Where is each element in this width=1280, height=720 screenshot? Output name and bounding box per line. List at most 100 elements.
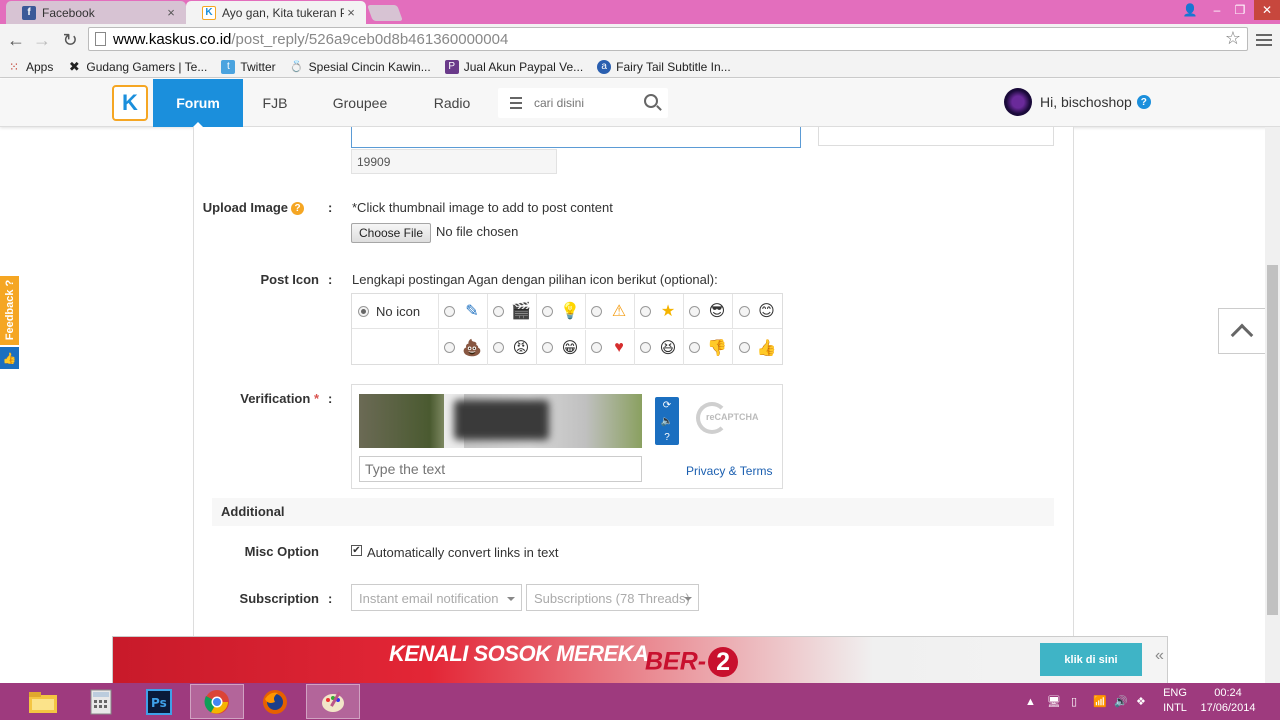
privacy-terms-link[interactable]: Privacy & Terms (686, 464, 772, 478)
minimize-window-icon[interactable]: – (1207, 0, 1227, 20)
bookmark-fairy-tail[interactable]: a Fairy Tail Subtitle In... (597, 59, 731, 74)
help-icon[interactable]: ? (664, 432, 670, 443)
help-icon[interactable]: ? (1136, 95, 1151, 109)
question-icon[interactable]: ? (291, 202, 304, 216)
close-tab-icon[interactable]: × (164, 5, 178, 20)
icon-option[interactable]: 😎 (684, 294, 733, 329)
upload-hint: *Click thumbnail image to add to post co… (352, 200, 613, 215)
network-error-icon[interactable]: 🖥 (1047, 683, 1061, 720)
radio[interactable] (444, 342, 455, 353)
kaskus-logo-icon[interactable]: K (112, 85, 148, 121)
icon-option[interactable]: 👍 (733, 330, 782, 365)
radio[interactable] (493, 342, 504, 353)
user-menu[interactable]: Hi, bischoshop ? (1004, 88, 1151, 116)
email-notification-select[interactable]: Instant email notification (351, 584, 522, 611)
radio[interactable] (542, 342, 553, 353)
bookmark-paypal[interactable]: P Jual Akun Paypal Ve... (444, 59, 583, 74)
icon-option[interactable]: 👎 (684, 330, 733, 365)
close-window-icon[interactable]: ✕ (1254, 0, 1280, 20)
file-explorer-icon[interactable] (16, 684, 70, 719)
ad-click-button[interactable]: klik di sini (1040, 643, 1142, 676)
icon-option[interactable]: 😡 (488, 330, 537, 365)
paint-icon[interactable] (306, 684, 360, 719)
menu-hamburger-icon[interactable] (498, 96, 534, 111)
chrome-icon[interactable] (190, 684, 244, 719)
icon-option[interactable]: ✎ (439, 294, 488, 329)
system-clock[interactable]: 00:24 17/06/2014 (1198, 686, 1258, 716)
page-scrollbar[interactable] (1265, 127, 1280, 683)
photoshop-icon[interactable]: Ps (132, 684, 186, 719)
collapse-ad-icon[interactable]: « (1155, 647, 1167, 665)
icon-option[interactable]: ⚠ (586, 294, 635, 329)
feedback-tab[interactable]: Feedback ? (0, 276, 19, 345)
tab-kaskus[interactable]: K Ayo gan, Kita tukeran Pin × (186, 1, 366, 24)
back-to-top-button[interactable] (1218, 308, 1266, 354)
apps-grid-icon: ⁙ (8, 59, 20, 74)
icon-option[interactable]: 😆 (635, 330, 684, 365)
bookmark-twitter[interactable]: t Twitter (221, 59, 276, 74)
scrollbar-thumb[interactable] (1267, 265, 1278, 615)
nav-fjb[interactable]: FJB (250, 79, 300, 127)
captcha-input[interactable] (359, 456, 642, 482)
captcha-image-detail (454, 400, 549, 440)
radio[interactable] (738, 305, 750, 317)
nav-radio[interactable]: Radio (420, 79, 484, 127)
user-profile-icon[interactable]: 👤 (1178, 0, 1202, 20)
new-tab-button[interactable] (367, 5, 403, 21)
volume-icon[interactable]: 🔊 (1114, 683, 1128, 720)
tab-facebook[interactable]: f Facebook × (6, 1, 186, 24)
auto-convert-links-checkbox[interactable]: ✔ (351, 545, 362, 556)
radio[interactable] (738, 342, 750, 353)
nav-groupee[interactable]: Groupee (320, 79, 400, 127)
radio[interactable] (640, 305, 651, 317)
avatar[interactable] (1004, 88, 1032, 116)
ad-banner[interactable]: KENALI SOSOK MEREKA BER- 2 klik di sini « (112, 636, 1168, 684)
radio[interactable] (640, 342, 651, 353)
forward-arrow-icon[interactable]: → (30, 28, 54, 52)
close-tab-icon[interactable]: × (344, 5, 358, 20)
message-textarea[interactable] (351, 127, 801, 148)
icon-option[interactable]: 🎬 (488, 294, 537, 329)
select-value: Subscriptions (78 Threads) (534, 591, 690, 606)
show-hidden-icons-icon[interactable]: ▲ (1025, 683, 1036, 720)
icon-option[interactable]: 😁 (537, 330, 586, 365)
search-input[interactable] (534, 96, 634, 110)
post-reply-form (193, 127, 1074, 637)
feedback-thumb-icon[interactable]: 👍 (0, 347, 19, 369)
dropbox-icon[interactable]: ❖ (1136, 683, 1146, 720)
radio[interactable] (689, 342, 700, 353)
calculator-icon[interactable] (74, 684, 128, 719)
input-language[interactable]: ENG INTL (1160, 686, 1190, 716)
bookmark-gudang-gamers[interactable]: ✖ Gudang Gamers | Te... (67, 59, 207, 74)
refresh-icon[interactable]: ⟳ (663, 400, 671, 411)
radio-selected[interactable] (358, 305, 369, 317)
radio[interactable] (542, 305, 553, 317)
choose-file-button[interactable]: Choose File (351, 223, 431, 243)
chrome-menu-icon[interactable] (1256, 32, 1272, 48)
reload-icon[interactable]: ↻ (58, 28, 82, 52)
maximize-window-icon[interactable]: ❐ (1232, 0, 1248, 20)
usb-device-icon[interactable]: ▯ (1071, 683, 1077, 720)
radio[interactable] (591, 305, 602, 317)
icon-option-none[interactable]: No icon (352, 294, 439, 329)
signal-strength-icon[interactable]: 📶 (1093, 683, 1107, 720)
radio[interactable] (444, 305, 455, 317)
audio-icon[interactable]: 🔈 (661, 416, 673, 427)
radio[interactable] (591, 342, 602, 353)
icon-option[interactable]: 💡 (537, 294, 586, 329)
radio[interactable] (493, 305, 504, 317)
firefox-icon[interactable] (248, 684, 302, 719)
icon-option[interactable]: 💩 (439, 330, 488, 365)
back-arrow-icon[interactable]: ← (4, 28, 28, 52)
bookmark-cincin[interactable]: 💍 Spesial Cincin Kawin... (290, 60, 431, 74)
search-icon[interactable] (644, 94, 658, 108)
bookmark-apps[interactable]: ⁙ Apps (7, 60, 53, 74)
bookmark-star-icon[interactable]: ☆ (1225, 28, 1241, 49)
icon-option[interactable]: ★ (635, 294, 684, 329)
subscriptions-threads-select[interactable]: Subscriptions (78 Threads) (526, 584, 699, 611)
radio[interactable] (689, 305, 700, 317)
icon-option[interactable]: ♥ (586, 330, 635, 365)
icon-option[interactable]: 😊 (733, 294, 782, 329)
url-bar[interactable]: www.kaskus.co.id/post_reply/526a9ceb0d8b… (88, 27, 1248, 51)
nav-forum[interactable]: Forum (153, 79, 243, 127)
